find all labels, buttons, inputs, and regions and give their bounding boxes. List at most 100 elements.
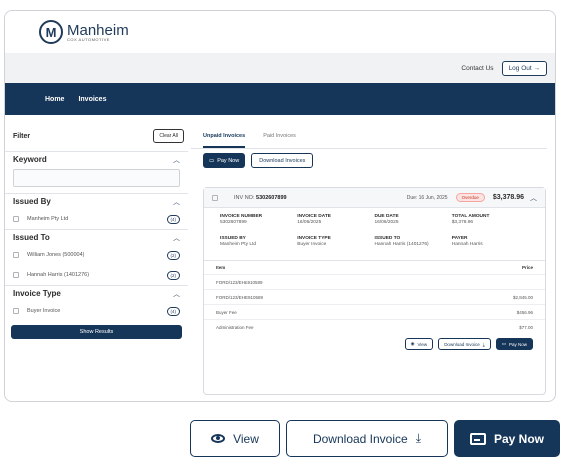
- detail-value: Buyer Invoice: [297, 242, 327, 247]
- checkbox[interactable]: [13, 272, 19, 278]
- pay-now-button[interactable]: ▭ Pay Now: [203, 153, 246, 168]
- download-invoice-button-zoomed[interactable]: Download Invoice ⤓: [286, 420, 448, 457]
- view-label: View: [417, 341, 428, 347]
- option-label: William Jones (500004): [27, 252, 85, 258]
- filter-option[interactable]: Manheim Pty Ltd (4): [5, 209, 188, 229]
- invoice-tabs: Unpaid Invoices Paid Invoices: [191, 115, 547, 149]
- nav-home[interactable]: Home: [45, 96, 64, 103]
- detail-label: INVOICE DATE: [297, 214, 332, 219]
- due-date: Due: 16 Jun, 2025: [406, 194, 448, 201]
- option-label: Buyer Invoice: [27, 308, 61, 314]
- card-icon: ▭: [501, 341, 506, 346]
- checkbox[interactable]: [13, 216, 19, 222]
- issued-to-section[interactable]: Issued To ︿: [5, 229, 188, 245]
- logo-text: Manheim COX AUTOMOTIVE: [67, 23, 129, 42]
- invoice-details: INVOICE NUMBER 5302607899 INVOICE DATE 1…: [204, 208, 545, 258]
- option-label: Hannah Harris (1401276): [27, 272, 90, 278]
- item-col-header: Item: [216, 265, 226, 270]
- chevron-up-icon[interactable]: ︿: [173, 233, 180, 243]
- detail-value: Hannah Harris: [451, 242, 483, 247]
- detail-cell: INVOICE TYPE Buyer Invoice: [297, 236, 374, 258]
- checkbox[interactable]: [212, 194, 218, 201]
- detail-label: INVOICE NUMBER: [220, 214, 263, 219]
- detail-label: DUE DATE: [374, 214, 399, 219]
- count-badge: (2): [166, 270, 180, 280]
- download-label: Download Invoice: [444, 341, 480, 347]
- logo-name: Manheim: [67, 21, 129, 39]
- item-price: $2,845.00: [512, 294, 533, 300]
- download-invoices-button[interactable]: Download Invoices: [251, 153, 314, 168]
- eye-icon: ◉: [410, 341, 415, 346]
- manheim-logo-icon: M: [39, 20, 63, 44]
- item-name: FORD/123/EHE910589: [216, 294, 264, 300]
- detail-value: Hannah Harris (1401276): [374, 242, 429, 247]
- download-icon: ⤓: [482, 341, 485, 347]
- inv-label: INV NO:: [234, 194, 255, 201]
- detail-value: 5302607899: [220, 220, 247, 225]
- table-row: Buyer Fee $456.96: [204, 304, 545, 319]
- filter-panel: Filter Clear All Keyword ︿ Issued By ︿ M…: [5, 115, 188, 395]
- view-button-zoomed[interactable]: View: [190, 420, 280, 457]
- invoice-card: INV NO: 5302607899 Due: 16 Jun, 2025 Ove…: [203, 187, 546, 395]
- detail-cell: PAYER Hannah Harris: [452, 236, 529, 258]
- eye-icon: [211, 434, 226, 443]
- inv-number: 5302607899: [256, 194, 287, 201]
- detail-label: PAYER: [451, 236, 468, 241]
- filter-option[interactable]: Buyer Invoice (4): [5, 301, 188, 321]
- table-row: Administration Fee $77.00: [204, 319, 545, 334]
- chevron-up-icon[interactable]: ︿: [530, 193, 537, 203]
- invoice-card-header[interactable]: INV NO: 5302607899 Due: 16 Jun, 2025 Ove…: [204, 188, 545, 208]
- detail-label: ISSUED TO: [374, 236, 401, 241]
- main-nav: Home Invoices: [5, 83, 555, 115]
- item-name: Administration Fee: [216, 324, 254, 330]
- brand-header: M Manheim COX AUTOMOTIVE: [5, 11, 555, 53]
- detail-cell: ISSUED BY Manheim Pty Ltd: [220, 236, 297, 258]
- table-row: FORD/123/EH£910589: [204, 274, 545, 289]
- clear-all-button[interactable]: Clear All: [153, 129, 184, 143]
- show-results-button[interactable]: Show Results: [11, 325, 182, 339]
- download-invoice-button[interactable]: Download Invoice ⤓: [438, 338, 491, 350]
- issued-by-section[interactable]: Issued By ︿: [5, 193, 188, 209]
- detail-label: ISSUED BY: [220, 236, 246, 241]
- chevron-up-icon[interactable]: ︿: [173, 197, 180, 207]
- tab-unpaid[interactable]: Unpaid Invoices: [203, 133, 246, 148]
- view-label: View: [233, 431, 259, 446]
- detail-label: INVOICE TYPE: [297, 236, 331, 241]
- app-window: M Manheim COX AUTOMOTIVE Contact Us Log …: [4, 10, 556, 402]
- detail-value: Manheim Pty Ltd: [220, 242, 256, 247]
- item-price: $77.00: [519, 324, 533, 330]
- nav-invoices[interactable]: Invoices: [78, 96, 106, 103]
- total-amount: $3,378.96: [492, 194, 524, 201]
- chevron-up-icon[interactable]: ︿: [173, 289, 180, 299]
- pay-now-button-zoomed[interactable]: Pay Now: [454, 420, 560, 457]
- invoice-number: INV NO: 5302607899: [234, 195, 407, 201]
- filter-option[interactable]: Hannah Harris (1401276) (2): [5, 265, 188, 285]
- pay-now-label: Pay Now: [217, 157, 240, 164]
- invoice-actions: ◉ View Download Invoice ⤓ ▭ Pay Now: [204, 334, 545, 350]
- content-area: Filter Clear All Keyword ︿ Issued By ︿ M…: [5, 115, 555, 401]
- detail-cell: ISSUED TO Hannah Harris (1401276): [375, 236, 452, 258]
- view-button[interactable]: ◉ View: [404, 338, 434, 350]
- invoice-type-section[interactable]: Invoice Type ︿: [5, 285, 188, 301]
- top-bar: Contact Us Log Out →: [5, 53, 555, 83]
- keyword-section[interactable]: Keyword ︿: [5, 151, 188, 167]
- checkbox[interactable]: [13, 252, 19, 258]
- keyword-input[interactable]: [13, 169, 180, 187]
- logout-button[interactable]: Log Out →: [501, 60, 547, 76]
- checkbox[interactable]: [13, 308, 19, 314]
- pay-now-label: Pay Now: [493, 431, 544, 446]
- download-label: Download Invoice: [312, 431, 408, 446]
- issued-by-title: Issued By: [13, 197, 51, 206]
- count-badge: (4): [166, 214, 180, 224]
- pay-now-label: Pay Now: [508, 341, 527, 347]
- count-badge: (4): [166, 306, 180, 316]
- items-header: Item Price: [204, 260, 545, 274]
- detail-cell: INVOICE DATE 16/06/2025: [297, 214, 374, 236]
- filter-option[interactable]: William Jones (500004) (2): [5, 245, 188, 265]
- pay-now-button[interactable]: ▭ Pay Now: [495, 338, 533, 350]
- chevron-up-icon[interactable]: ︿: [173, 155, 180, 165]
- contact-us-link[interactable]: Contact Us: [461, 65, 493, 72]
- invoice-type-title: Invoice Type: [13, 289, 61, 298]
- detail-cell: INVOICE NUMBER 5302607899: [220, 214, 297, 236]
- tab-paid[interactable]: Paid Invoices: [263, 133, 296, 148]
